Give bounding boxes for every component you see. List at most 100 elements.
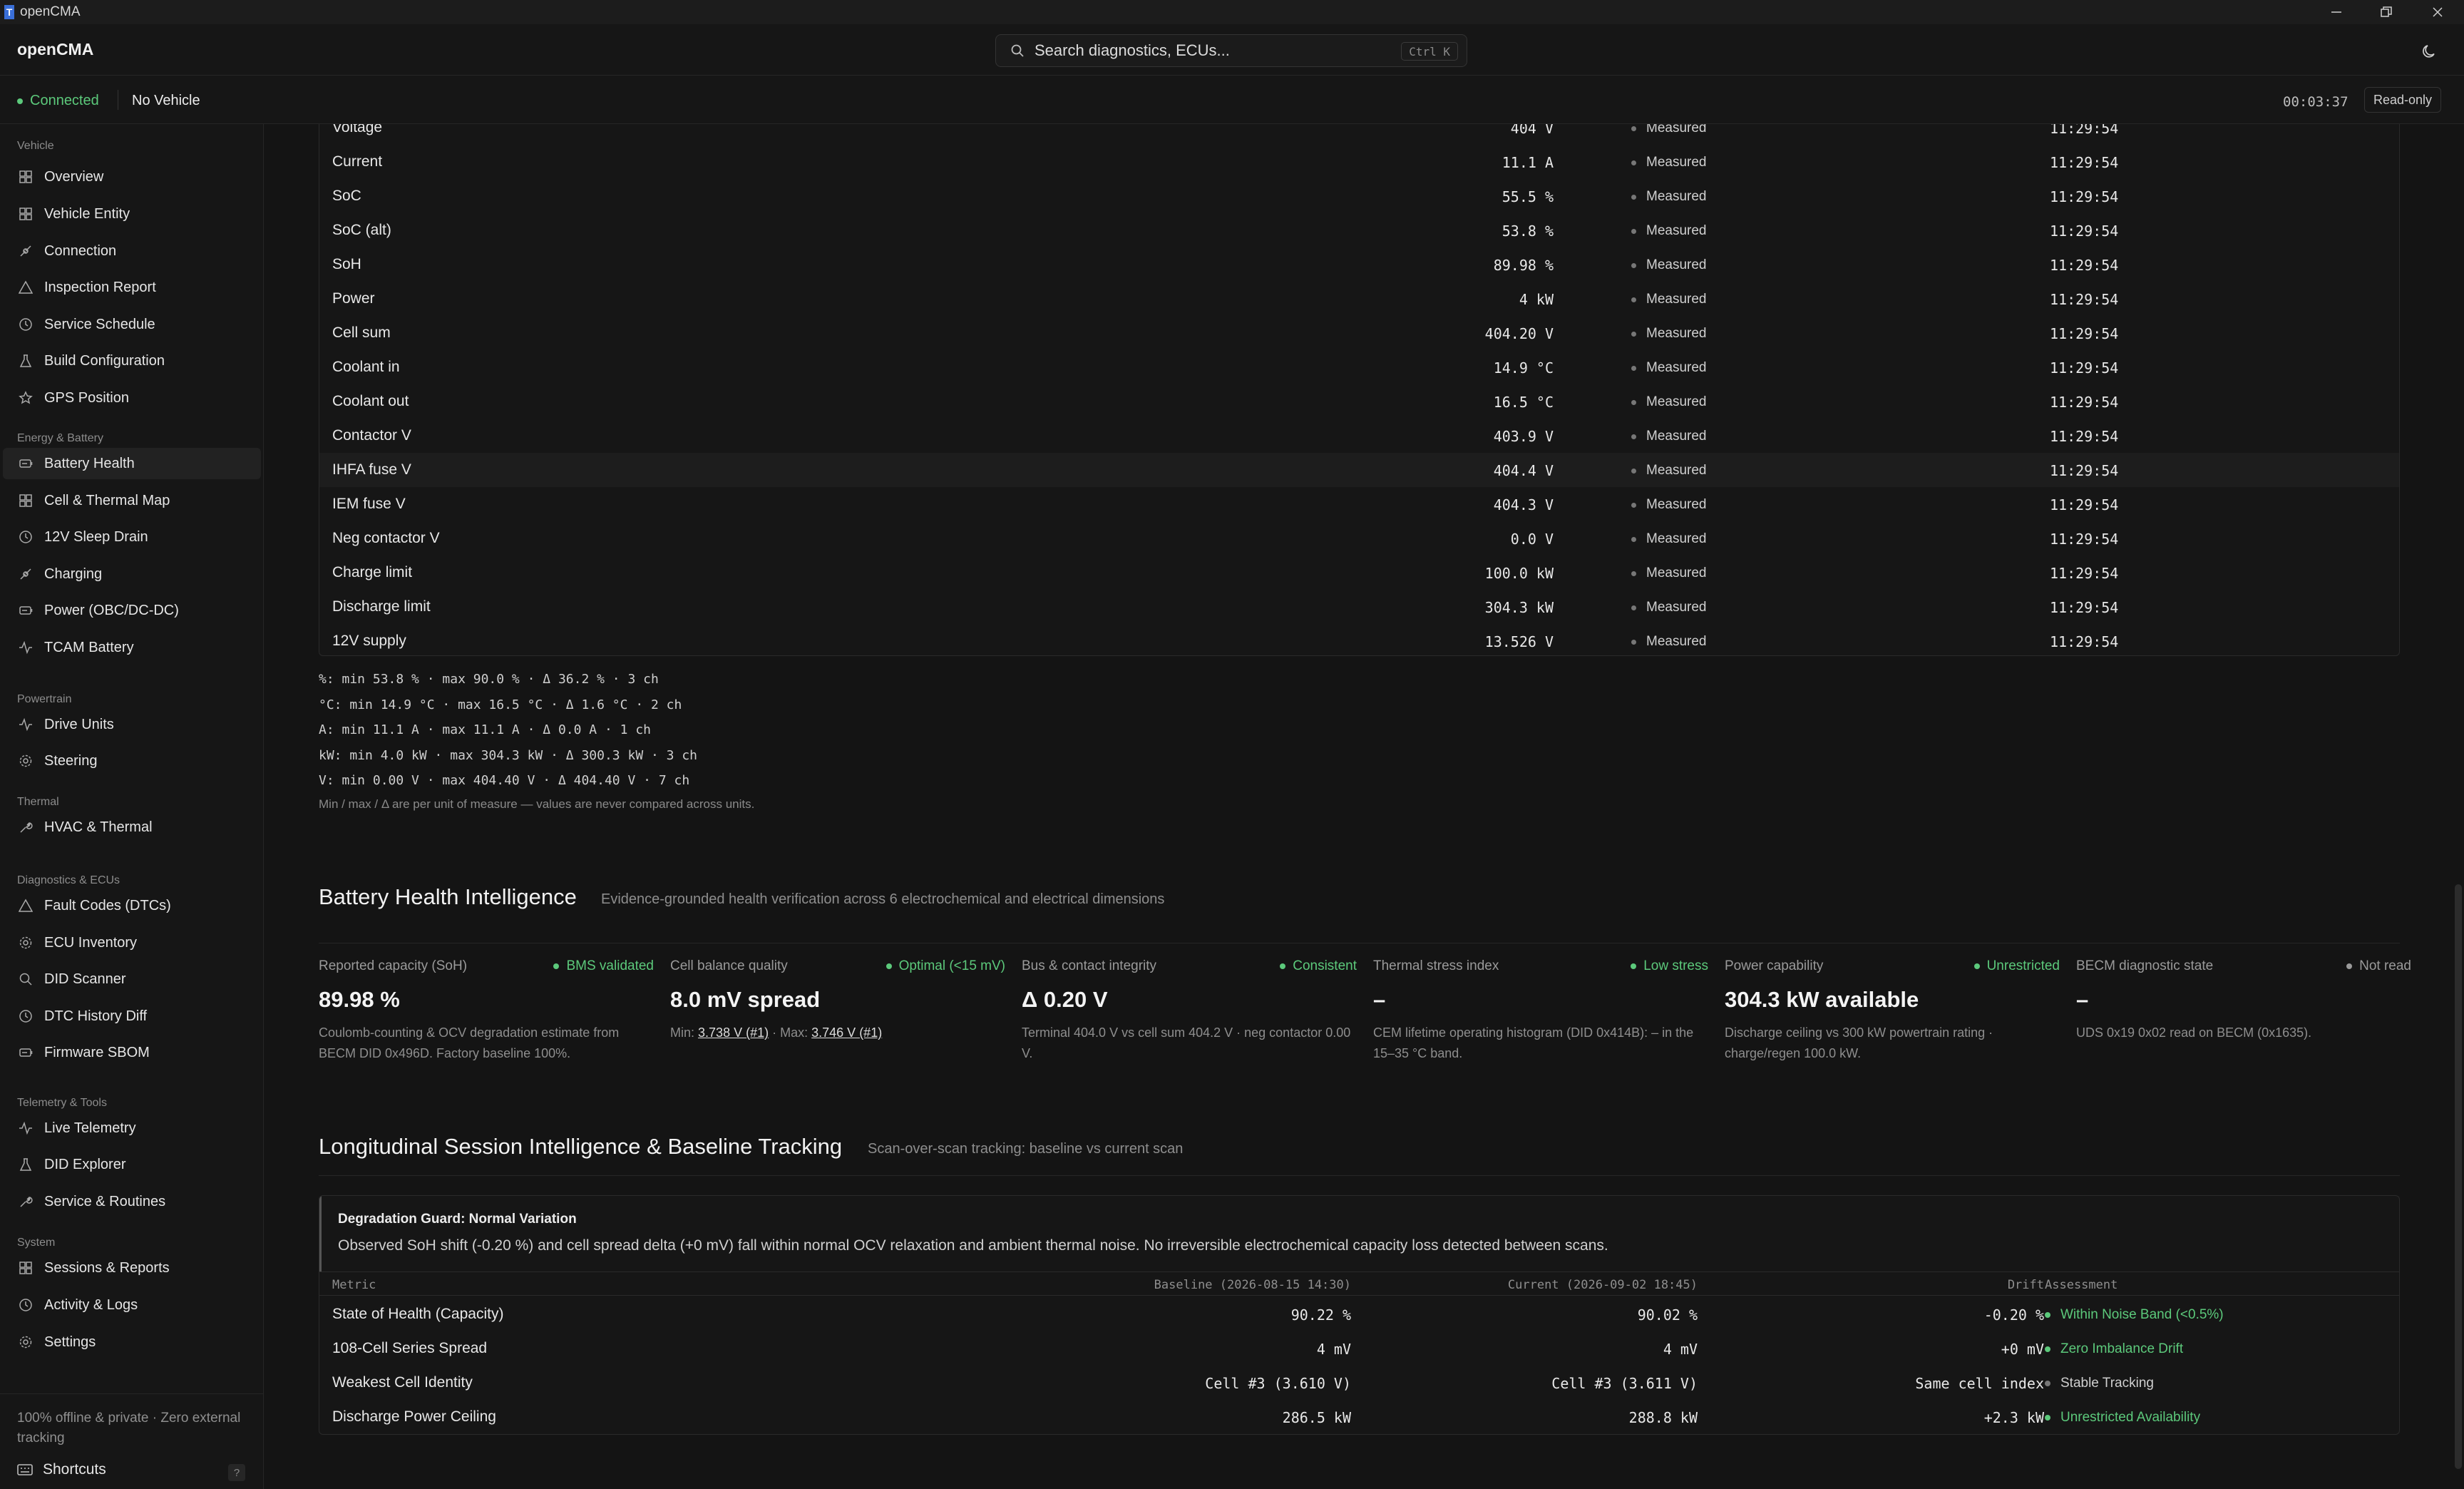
table-row[interactable]: Discharge Power Ceiling 286.5 kW 288.8 kW +…: [319, 1400, 2399, 1434]
table-row[interactable]: Contactor V 403.9 V Measured 11:29:54: [319, 419, 2399, 453]
sidebar-item-power-obc-dc-dc[interactable]: Power (OBC/DC-DC): [3, 595, 261, 626]
current-value: 90.02 %: [1637, 1306, 1698, 1324]
intelligence-subtitle: Evidence-grounded health verification ac…: [601, 891, 1165, 907]
sidebar-item-fault-codes-dtcs[interactable]: Fault Codes (DTCs): [3, 890, 261, 921]
reading-time: 11:29:54: [2050, 531, 2119, 548]
status-badge-label: Not read: [2359, 958, 2411, 973]
drift-value: +2.3 kW: [1983, 1409, 2044, 1426]
sidebar-item-connection[interactable]: Connection: [3, 235, 261, 267]
assessment-dot-icon: [2045, 1415, 2050, 1421]
sidebar-item-label: Fault Codes (DTCs): [44, 897, 171, 914]
minimize-button[interactable]: [2311, 0, 2361, 24]
table-row[interactable]: Charge limit 100.0 kW Measured 11:29:54: [319, 556, 2399, 590]
sidebar-item-firmware-sbom[interactable]: Firmware SBOM: [3, 1037, 261, 1068]
table-row[interactable]: Coolant in 14.9 °C Measured 11:29:54: [319, 350, 2399, 384]
table-row[interactable]: Voltage 404 V Measured 11:29:54: [319, 124, 2399, 145]
sidebar-item-dtc-history-diff[interactable]: DTC History Diff: [3, 1001, 261, 1032]
assessment-dot-icon: [2045, 1381, 2050, 1386]
tracking-metric: Weakest Cell Identity: [332, 1374, 473, 1391]
source-dot-icon: [1631, 228, 1636, 234]
sidebar-item-battery-health[interactable]: Battery Health: [3, 448, 261, 479]
shortcuts-button[interactable]: Shortcuts: [17, 1461, 106, 1478]
table-row[interactable]: SoC 55.5 % Measured 11:29:54: [319, 179, 2399, 213]
sidebar-item-ecu-inventory[interactable]: ECU Inventory: [3, 927, 261, 958]
reading-source: Measured: [1631, 189, 1707, 205]
reading-source: Measured: [1631, 463, 1707, 479]
sidebar-item-settings[interactable]: Settings: [3, 1326, 261, 1358]
sidebar-item-cell-thermal-map[interactable]: Cell & Thermal Map: [3, 485, 261, 516]
gear-icon: [19, 754, 32, 767]
reading-name: Coolant out: [332, 393, 409, 409]
clock-icon: [19, 318, 32, 331]
sidebar-item-steering[interactable]: Steering: [3, 745, 261, 777]
table-row[interactable]: Discharge limit 304.3 kW Measured 11:29:54: [319, 590, 2399, 624]
sidebar-item-inspection-report[interactable]: Inspection Report: [3, 272, 261, 303]
sidebar-item-activity-logs[interactable]: Activity & Logs: [3, 1289, 261, 1321]
max-cell-link[interactable]: 3.746 V (#1): [811, 1025, 882, 1040]
reading-value: 53.8 %: [1502, 222, 1554, 240]
reading-source: Measured: [1631, 634, 1707, 650]
table-row[interactable]: SoC (alt) 53.8 % Measured 11:29:54: [319, 213, 2399, 247]
sidebar-item-sessions-reports[interactable]: Sessions & Reports: [3, 1252, 261, 1284]
sidebar-item-label: Vehicle Entity: [44, 205, 130, 222]
sidebar-item-overview[interactable]: Overview: [3, 161, 261, 193]
sidebar-item-service-routines[interactable]: Service & Routines: [3, 1186, 261, 1217]
status-dot-icon: [1973, 963, 1980, 969]
assessment: Within Noise Band (<0.5%): [2045, 1307, 2224, 1323]
baseline-value: Cell #3 (3.610 V): [1205, 1375, 1351, 1392]
sidebar-item-hvac-thermal[interactable]: HVAC & Thermal: [3, 812, 261, 843]
scrollbar-thumb[interactable]: [2455, 884, 2462, 1469]
unit-summary-line: V: min 0.00 V · max 404.40 V · Δ 404.40 …: [319, 773, 690, 788]
table-row[interactable]: Power 4 kW Measured 11:29:54: [319, 282, 2399, 316]
sidebar-item-label: Activity & Logs: [44, 1296, 138, 1313]
sidebar-item-gps-position[interactable]: GPS Position: [3, 382, 261, 414]
reading-time: 11:29:54: [2050, 496, 2119, 513]
table-row[interactable]: State of Health (Capacity) 90.22 % 90.02 %…: [319, 1297, 2399, 1331]
theme-toggle-moon-icon[interactable]: [2421, 43, 2438, 60]
metric-label: Thermal stress index: [1373, 958, 1499, 973]
sidebar-item-service-schedule[interactable]: Service Schedule: [3, 309, 261, 340]
table-row[interactable]: SoH 89.98 % Measured 11:29:54: [319, 247, 2399, 282]
source-dot-icon: [1631, 160, 1636, 165]
tracking-table-header: Metric Baseline (2026-08-15 14:30) Curre…: [319, 1271, 2399, 1296]
tracking-metric: Discharge Power Ceiling: [332, 1408, 496, 1425]
sidebar-item-12v-sleep-drain[interactable]: 12V Sleep Drain: [3, 521, 261, 553]
table-row[interactable]: Cell sum 404.20 V Measured 11:29:54: [319, 316, 2399, 350]
sidebar-item-label: Firmware SBOM: [44, 1044, 150, 1060]
main-content[interactable]: Voltage 404 V Measured 11:29:54 Current 11.1 …: [265, 124, 2464, 1489]
assessment-label: Stable Tracking: [2060, 1376, 2154, 1391]
table-row[interactable]: IEM fuse V 404.3 V Measured 11:29:54: [319, 487, 2399, 521]
metric-description: Terminal 404.0 V vs cell sum 404.2 V · n…: [1022, 1025, 1351, 1060]
table-row[interactable]: 108-Cell Series Spread 4 mV 4 mV +0 mV Zero …: [319, 1331, 2399, 1366]
table-row[interactable]: Neg contactor V 0.0 V Measured 11:29:54: [319, 521, 2399, 556]
warning-triangle-icon: [19, 280, 33, 294]
sidebar-item-charging[interactable]: Charging: [3, 558, 261, 590]
status-dot-icon: [885, 963, 892, 969]
table-row[interactable]: Weakest Cell Identity Cell #3 (3.610 V) Ce…: [319, 1366, 2399, 1400]
sidebar-item-build-configuration[interactable]: Build Configuration: [3, 345, 261, 377]
table-row[interactable]: 12V supply 13.526 V Measured 11:29:54: [319, 624, 2399, 658]
sidebar-item-did-explorer[interactable]: DID Explorer: [3, 1149, 261, 1180]
restore-button[interactable]: [2361, 0, 2411, 24]
table-row[interactable]: IHFA fuse V 404.4 V Measured 11:29:54: [319, 453, 2399, 487]
sidebar-item-did-scanner[interactable]: DID Scanner: [3, 963, 261, 995]
sidebar-item-vehicle-entity[interactable]: Vehicle Entity: [3, 198, 261, 230]
source-label: Measured: [1646, 463, 1707, 478]
read-only-badge[interactable]: Read-only: [2364, 87, 2442, 113]
current-value: 288.8 kW: [1628, 1409, 1698, 1426]
brand-logo[interactable]: openCMA: [17, 40, 93, 59]
close-button[interactable]: [2413, 0, 2463, 24]
sidebar-item-live-telemetry[interactable]: Live Telemetry: [3, 1112, 261, 1144]
min-cell-link[interactable]: 3.738 V (#1): [698, 1025, 769, 1040]
reading-time: 11:29:54: [2050, 462, 2119, 479]
status-badge-label: BMS validated: [566, 958, 654, 973]
table-row[interactable]: Current 11.1 A Measured 11:29:54: [319, 145, 2399, 179]
sidebar-item-drive-units[interactable]: Drive Units: [3, 709, 261, 740]
sidebar-item-tcam-battery[interactable]: TCAM Battery: [3, 632, 261, 663]
reading-value: 11.1 A: [1502, 154, 1554, 171]
drift-value: +0 mV: [2001, 1341, 2044, 1358]
sidebar-item-label: GPS Position: [44, 389, 129, 406]
reading-source: Measured: [1631, 223, 1707, 239]
table-row[interactable]: Coolant out 16.5 °C Measured 11:29:54: [319, 384, 2399, 419]
search-input[interactable]: Search diagnostics, ECUs... Ctrl K: [995, 34, 1467, 67]
